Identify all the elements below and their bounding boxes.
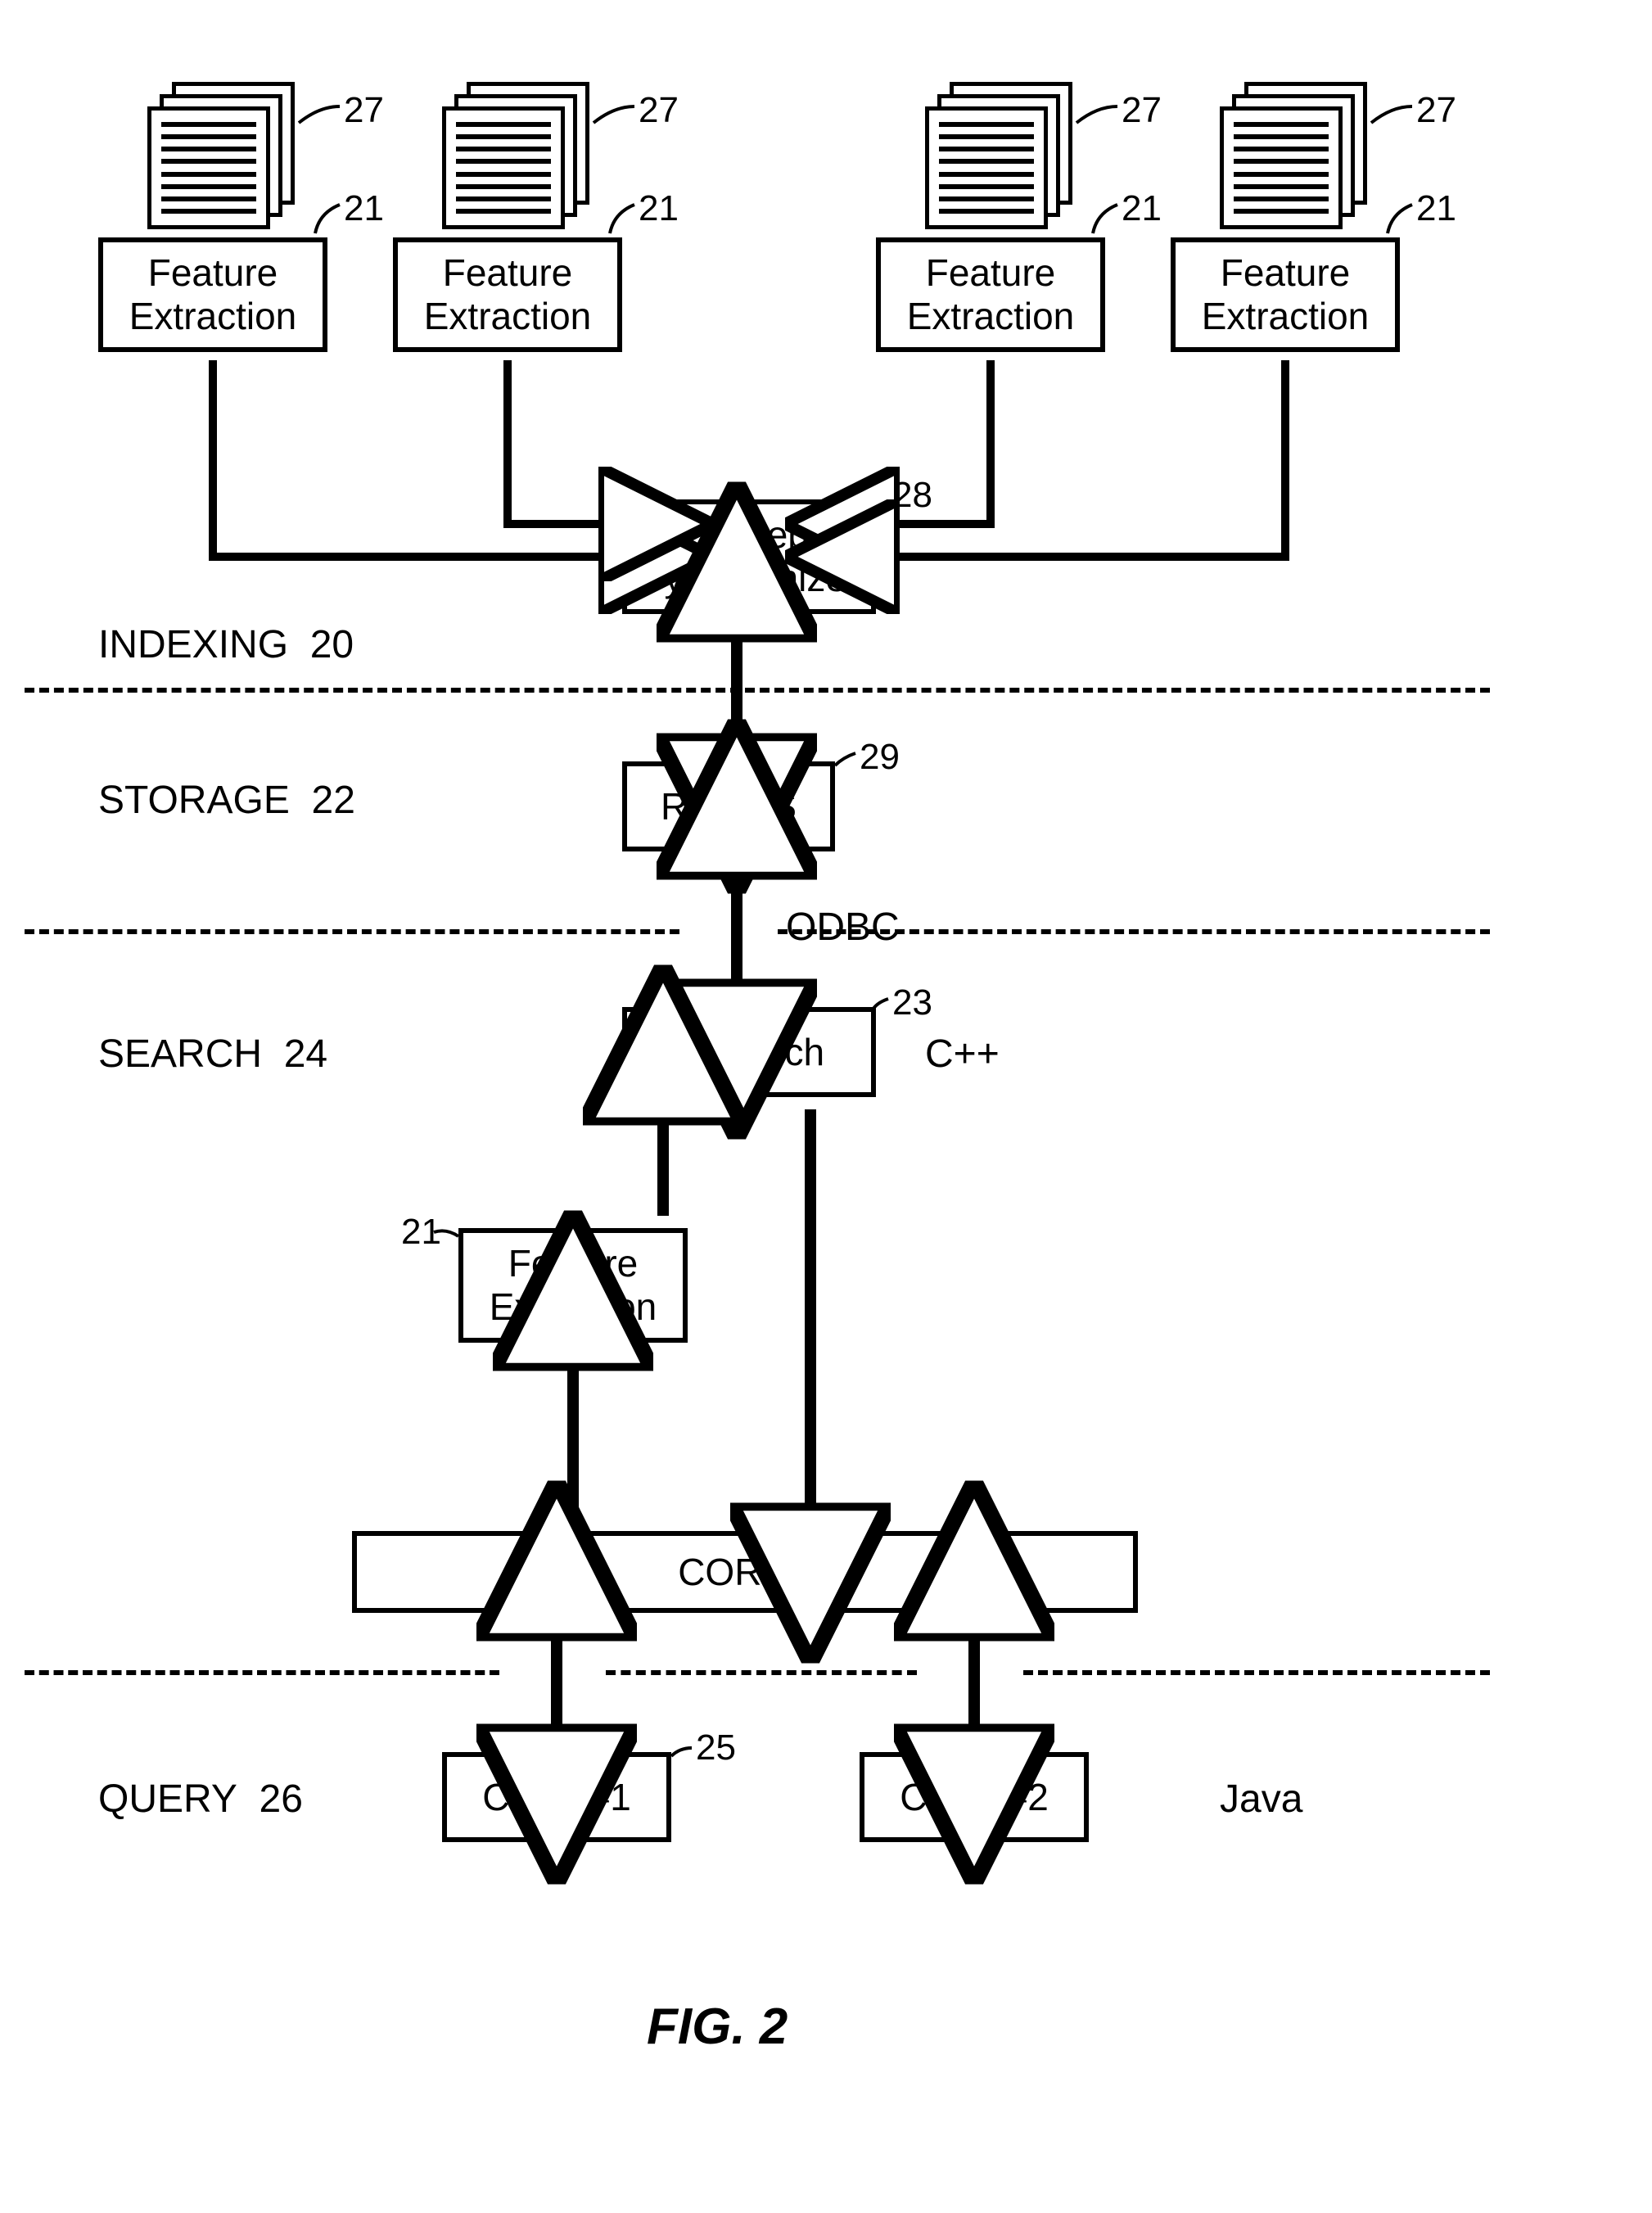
divider-indexing bbox=[25, 688, 1490, 693]
java-label: Java bbox=[1220, 1777, 1302, 1822]
section-label-storage: STORAGE 22 bbox=[98, 778, 355, 823]
feature-extraction-box-1: FeatureExtraction bbox=[98, 237, 327, 352]
fe-label: FeatureExtraction bbox=[1202, 251, 1370, 338]
doc-stack-3 bbox=[925, 82, 1072, 213]
corba-box: CORBA bbox=[352, 1531, 1138, 1613]
section-label-search: SEARCH 24 bbox=[98, 1032, 327, 1077]
fe-label: FeatureExtraction bbox=[424, 251, 592, 338]
doc-stack-4 bbox=[1220, 82, 1367, 213]
feature-extraction-search-box: FeatureExtraction bbox=[458, 1228, 688, 1343]
figure-caption: FIG. 2 bbox=[647, 1998, 788, 2056]
ref-fe-2: 21 bbox=[639, 188, 679, 229]
client1-box: Client #1 bbox=[442, 1752, 671, 1842]
ref-docs-3: 27 bbox=[1122, 90, 1162, 131]
ref-docs-2: 27 bbox=[639, 90, 679, 131]
feature-extraction-box-3: FeatureExtraction bbox=[876, 237, 1105, 352]
divider-query-mid bbox=[606, 1670, 917, 1675]
rdbms-label: RDBMS bbox=[661, 785, 797, 829]
concept-synchronizer-box: ConceptSynchronizer bbox=[622, 499, 876, 614]
ref-fe-4: 21 bbox=[1416, 188, 1456, 229]
ref-concept: 28 bbox=[892, 475, 932, 516]
corba-label: CORBA bbox=[678, 1551, 812, 1594]
divider-query-left bbox=[25, 1670, 499, 1675]
fe-label: FeatureExtraction bbox=[907, 251, 1075, 338]
doc-stack-1 bbox=[147, 82, 295, 213]
ref-fe-search: 21 bbox=[401, 1212, 441, 1253]
divider-query-right bbox=[1023, 1670, 1490, 1675]
feature-extraction-box-2: FeatureExtraction bbox=[393, 237, 622, 352]
ref-docs-4: 27 bbox=[1416, 90, 1456, 131]
ii-search-box: II Search bbox=[622, 1007, 876, 1097]
divider-storage-left bbox=[25, 929, 679, 934]
feature-extraction-box-4: FeatureExtraction bbox=[1171, 237, 1400, 352]
ref-docs-1: 27 bbox=[344, 90, 384, 131]
section-label-query: QUERY 26 bbox=[98, 1777, 303, 1822]
ii-search-label: II Search bbox=[674, 1031, 824, 1074]
fe-label: FeatureExtraction bbox=[490, 1242, 657, 1329]
ref-fe-1: 21 bbox=[344, 188, 384, 229]
section-label-indexing: INDEXING 20 bbox=[98, 622, 354, 667]
client2-label: Client #2 bbox=[900, 1776, 1049, 1819]
rdbms-box: RDBMS bbox=[622, 761, 835, 851]
fe-label: FeatureExtraction bbox=[129, 251, 297, 338]
client2-box: Client #2 bbox=[860, 1752, 1089, 1842]
ref-client: 25 bbox=[696, 1727, 736, 1768]
diagram-canvas: FeatureExtraction FeatureExtraction Feat… bbox=[74, 49, 1578, 2164]
cpp-label: C++ bbox=[925, 1032, 1000, 1077]
ref-fe-3: 21 bbox=[1122, 188, 1162, 229]
ref-rdbms: 29 bbox=[860, 737, 900, 778]
ref-ii: 23 bbox=[892, 982, 932, 1023]
doc-stack-2 bbox=[442, 82, 589, 213]
client1-label: Client #1 bbox=[482, 1776, 631, 1819]
odbc-label: ODBC bbox=[786, 905, 900, 950]
arrow-overlay bbox=[74, 49, 1578, 2164]
concept-sync-label: ConceptSynchronizer bbox=[639, 513, 859, 600]
